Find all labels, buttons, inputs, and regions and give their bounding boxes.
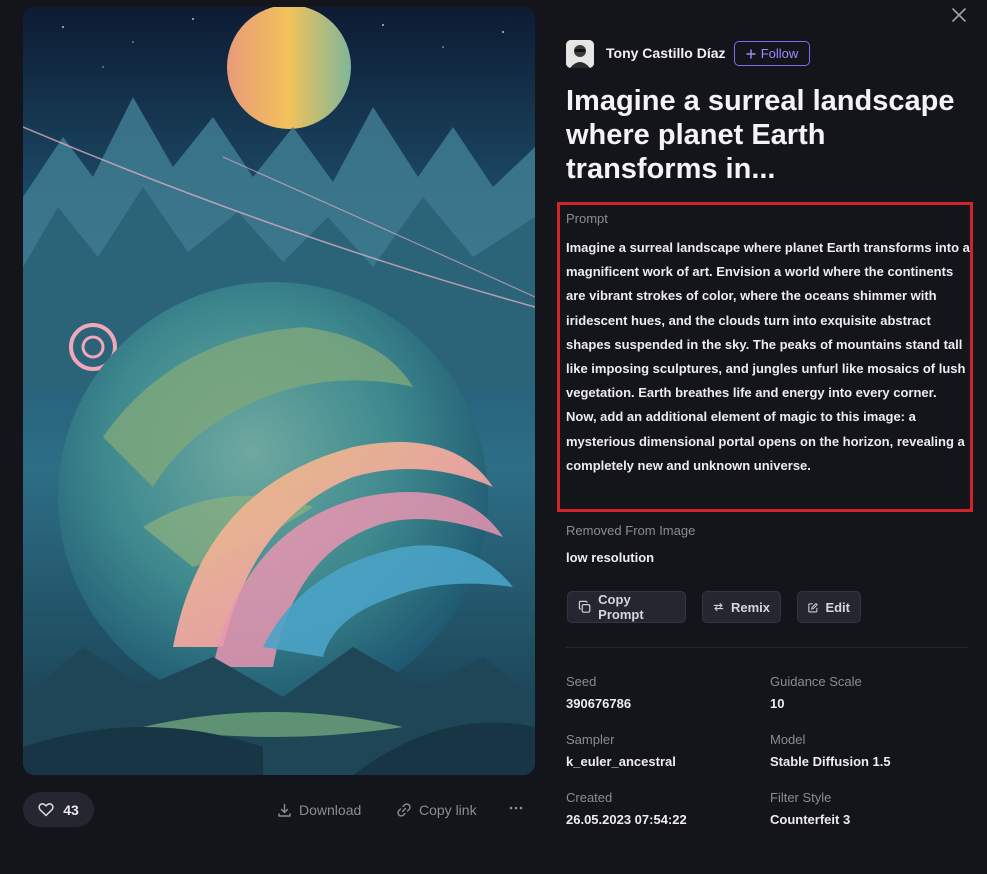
download-icon <box>278 803 291 817</box>
link-icon <box>397 803 411 817</box>
prompt-text: Imagine a surreal landscape where planet… <box>566 240 970 473</box>
copy-link-label: Copy link <box>419 802 477 818</box>
follow-button[interactable]: Follow <box>734 41 810 66</box>
model-value: Stable Diffusion 1.5 <box>770 754 891 769</box>
prompt-label: Prompt <box>566 211 608 226</box>
page-title: Imagine a surreal landscape where planet… <box>566 85 955 185</box>
follow-label: Follow <box>760 46 799 61</box>
avatar[interactable] <box>566 40 594 68</box>
download-label: Download <box>299 802 362 818</box>
heart-icon <box>38 803 54 817</box>
generated-image[interactable] <box>23 7 535 775</box>
plus-icon <box>746 48 756 59</box>
like-count: 43 <box>63 801 79 818</box>
more-icon <box>509 806 523 810</box>
removed-value: low resolution <box>566 550 655 565</box>
sampler-label: Sampler <box>566 732 615 747</box>
divider <box>566 647 968 648</box>
edit-icon <box>808 602 818 612</box>
model-label: Model <box>770 732 806 747</box>
filter-style-value: Counterfeit 3 <box>770 812 851 827</box>
more-button[interactable] <box>506 798 526 818</box>
guidance-label: Guidance Scale <box>770 674 862 689</box>
created-label: Created <box>566 790 613 805</box>
copy-prompt-button[interactable]: Copy Prompt <box>567 591 686 623</box>
remix-icon <box>713 602 724 612</box>
sampler-value: k_euler_ancestral <box>566 754 676 769</box>
like-button[interactable]: 43 <box>23 792 94 827</box>
guidance-value: 10 <box>770 696 785 711</box>
remix-label: Remix <box>730 599 770 615</box>
filter-style-label: Filter Style <box>770 790 832 805</box>
remix-button[interactable]: Remix <box>702 591 781 623</box>
author-name[interactable]: Tony Castillo Díaz <box>606 45 726 61</box>
removed-label: Removed From Image <box>566 523 696 538</box>
seed-label: Seed <box>566 674 597 689</box>
edit-label: Edit <box>825 599 850 615</box>
created-value: 26.05.2023 07:54:22 <box>566 812 687 827</box>
download-button[interactable]: Download <box>277 799 361 821</box>
seed-value: 390676786 <box>566 696 632 711</box>
close-icon <box>952 8 966 22</box>
edit-button[interactable]: Edit <box>797 591 861 623</box>
copy-link-button[interactable]: Copy link <box>396 799 477 821</box>
close-button[interactable] <box>948 4 970 26</box>
copy-icon <box>578 600 591 613</box>
copy-prompt-label: Copy Prompt <box>598 592 644 622</box>
